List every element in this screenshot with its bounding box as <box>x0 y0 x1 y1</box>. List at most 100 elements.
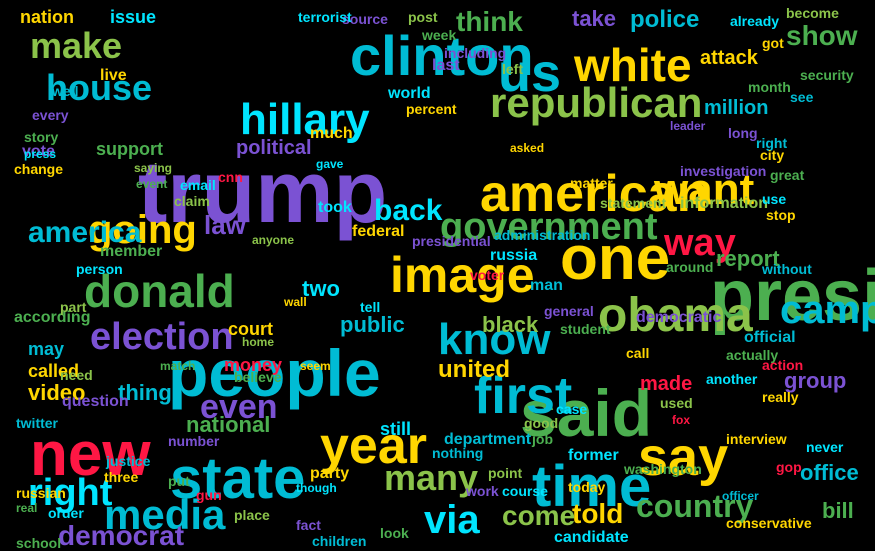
word-still: still <box>380 420 411 438</box>
word-tell: tell <box>360 300 380 314</box>
word-saying: saying <box>134 162 172 174</box>
word-cnn: cnn <box>218 170 243 184</box>
word-become: become <box>786 6 839 20</box>
word-look: look <box>380 526 409 540</box>
word-much: much <box>310 126 353 142</box>
word-attack: attack <box>700 48 758 68</box>
word-interview: interview <box>726 432 787 446</box>
wordcloud: trumpclintonhillaryrepublicanamericanpre… <box>0 0 875 547</box>
word-take: take <box>572 8 616 30</box>
word-part: part <box>60 300 86 314</box>
word-well: well <box>52 84 78 98</box>
word-fox: fox <box>672 414 690 426</box>
word-many: many <box>384 460 478 496</box>
word-gop: gop <box>776 460 802 474</box>
word-point: point <box>488 466 522 480</box>
word-united: united <box>438 358 510 382</box>
word-wall: wall <box>284 296 307 308</box>
word-course: course <box>502 484 548 498</box>
word-issue: issue <box>110 8 156 26</box>
word-told: told <box>572 500 623 528</box>
word-put: put <box>168 474 190 488</box>
word-make: make <box>30 28 122 64</box>
word-three: three <box>104 470 138 484</box>
word-democrat: democrat <box>58 522 184 550</box>
word-number: number <box>168 434 219 448</box>
word-federal: federal <box>352 224 404 240</box>
word-asked: asked <box>510 142 544 154</box>
word-leader: leader <box>670 120 705 132</box>
word-seem: seem <box>300 360 331 372</box>
word-show: show <box>786 22 858 50</box>
word-former: former <box>568 448 619 464</box>
word-used: used <box>660 396 693 410</box>
word-white: white <box>574 42 692 88</box>
word-place: place <box>234 508 270 522</box>
word-left: left <box>502 62 523 76</box>
word-million: million <box>704 98 768 118</box>
word-need: need <box>60 368 93 382</box>
word-via: via <box>424 500 480 540</box>
word-statement: statement <box>600 196 666 210</box>
word-post: post <box>408 10 438 24</box>
word-administration: administration <box>494 228 590 242</box>
word-information: information <box>680 196 768 212</box>
word-terrorist: terrorist <box>298 10 352 24</box>
word-office: office <box>800 462 859 484</box>
word-gave: gave <box>316 158 343 170</box>
word-russia: russia <box>490 248 537 264</box>
word-event: event <box>136 178 167 190</box>
word-good: good <box>524 416 558 430</box>
word-come: come <box>502 502 575 530</box>
word-officer: officer <box>722 490 759 502</box>
word-gun: gun <box>196 488 222 502</box>
word-really: really <box>762 390 799 404</box>
word-anyone: anyone <box>252 234 294 246</box>
word-general: general <box>544 304 594 318</box>
word-campaign: campaign <box>780 290 875 330</box>
word-nation: nation <box>20 8 74 26</box>
word-school: school <box>16 536 61 550</box>
word-russian: russian <box>16 486 66 500</box>
word-support: support <box>96 140 163 158</box>
word-democratic: democratic <box>636 310 721 326</box>
word-today: today <box>568 480 605 494</box>
word-two: two <box>302 278 340 300</box>
word-twitter: twitter <box>16 416 58 430</box>
word-nothing: nothing <box>432 446 483 460</box>
word-press: press <box>24 148 56 160</box>
word-even: even <box>200 390 278 424</box>
word-order: order <box>48 506 84 520</box>
word-justice: justice <box>106 454 150 468</box>
word-back: back <box>374 196 442 226</box>
word-security: security <box>800 68 854 82</box>
word-black: black <box>482 314 538 336</box>
word-long: long <box>728 126 758 140</box>
word-another: another <box>706 372 757 386</box>
word-question: question <box>62 394 129 410</box>
word-children: children <box>312 534 366 548</box>
word-presidential: presidential <box>412 234 491 248</box>
word-got: got <box>762 36 784 50</box>
word-work: work <box>466 484 499 498</box>
word-see: see <box>790 90 813 104</box>
word-police: police <box>630 8 699 32</box>
word-public: public <box>340 314 405 336</box>
word-fact: fact <box>296 518 321 532</box>
word-candidate: candidate <box>554 530 629 546</box>
word-matter: matter <box>570 176 613 190</box>
word-case: case <box>556 402 587 416</box>
word-city: city <box>760 148 784 162</box>
word-every: every <box>32 108 69 122</box>
word-took: took <box>318 200 352 216</box>
word-think: think <box>456 8 523 36</box>
word-story: story <box>24 130 58 144</box>
word-change: change <box>14 162 63 176</box>
word-student: student <box>560 322 611 336</box>
word-party: party <box>310 466 349 482</box>
word-around: around <box>666 260 713 274</box>
word-stop: stop <box>766 208 796 222</box>
word-claim: claim <box>174 194 210 208</box>
word-never: never <box>806 440 843 454</box>
word-week: week <box>422 28 456 42</box>
